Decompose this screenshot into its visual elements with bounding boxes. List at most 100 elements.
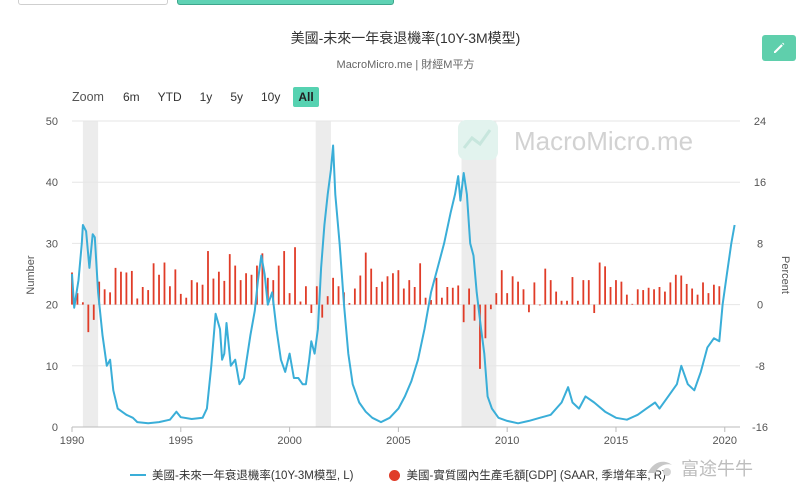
gdp-bar[interactable]: [609, 287, 612, 305]
gdp-bar[interactable]: [593, 304, 596, 314]
gdp-bar[interactable]: [620, 281, 623, 305]
gdp-bar[interactable]: [517, 281, 519, 305]
gdp-bar[interactable]: [664, 291, 666, 305]
gdp-bar[interactable]: [196, 282, 199, 305]
gdp-bar[interactable]: [114, 267, 117, 305]
gdp-bar[interactable]: [506, 293, 509, 305]
gdp-bar[interactable]: [451, 287, 454, 305]
gdp-bar[interactable]: [500, 270, 503, 305]
gdp-bar[interactable]: [294, 247, 296, 305]
gdp-bar[interactable]: [571, 277, 574, 305]
gdp-bar[interactable]: [103, 289, 106, 305]
gdp-bar[interactable]: [190, 280, 193, 305]
gdp-bar[interactable]: [163, 262, 166, 305]
gdp-bar[interactable]: [419, 263, 422, 305]
gdp-bar[interactable]: [408, 280, 411, 305]
gdp-bar[interactable]: [685, 283, 688, 305]
gdp-bar[interactable]: [87, 304, 90, 333]
gdp-bar[interactable]: [555, 291, 558, 305]
gdp-bar[interactable]: [381, 281, 383, 305]
gdp-bar[interactable]: [473, 304, 476, 321]
gdp-bar[interactable]: [446, 287, 449, 305]
gdp-bar[interactable]: [528, 304, 530, 313]
gdp-bar[interactable]: [288, 293, 291, 305]
gdp-bar[interactable]: [353, 288, 356, 305]
gdp-bar[interactable]: [375, 287, 378, 305]
gdp-bar[interactable]: [707, 293, 710, 305]
gdp-bar[interactable]: [234, 265, 237, 305]
gdp-bar[interactable]: [359, 275, 362, 305]
gdp-bar[interactable]: [712, 284, 715, 305]
gdp-bar[interactable]: [702, 282, 704, 305]
gdp-bar[interactable]: [120, 271, 122, 305]
gdp-bar[interactable]: [217, 271, 220, 305]
gdp-bar[interactable]: [642, 290, 645, 305]
gdp-bar[interactable]: [718, 286, 721, 305]
gdp-bar[interactable]: [283, 251, 286, 305]
gdp-bar[interactable]: [680, 275, 683, 305]
gdp-bar[interactable]: [631, 303, 634, 305]
gdp-bar[interactable]: [696, 294, 699, 305]
gdp-bar[interactable]: [582, 280, 585, 305]
gdp-bar[interactable]: [223, 280, 226, 305]
gdp-bar[interactable]: [207, 251, 209, 305]
gdp-bar[interactable]: [141, 287, 144, 305]
gdp-bar[interactable]: [158, 274, 160, 305]
gdp-bar[interactable]: [386, 276, 389, 305]
gdp-bar[interactable]: [441, 297, 443, 305]
gdp-bar[interactable]: [495, 293, 498, 305]
gdp-bar[interactable]: [615, 280, 617, 305]
gdp-bar[interactable]: [125, 272, 128, 305]
gdp-bar[interactable]: [130, 270, 133, 305]
gdp-bar[interactable]: [424, 297, 427, 305]
gdp-bar[interactable]: [364, 252, 367, 305]
gdp-bar[interactable]: [544, 268, 547, 305]
gdp-bar[interactable]: [549, 280, 552, 305]
gdp-bar[interactable]: [674, 274, 677, 305]
gdp-bar[interactable]: [647, 287, 650, 305]
gdp-bar[interactable]: [435, 277, 438, 305]
gdp-bar[interactable]: [402, 288, 405, 305]
gdp-bar[interactable]: [413, 287, 416, 305]
gdp-bar[interactable]: [625, 294, 628, 305]
gdp-bar[interactable]: [277, 265, 280, 305]
gdp-bar[interactable]: [658, 287, 661, 305]
gdp-bar[interactable]: [185, 297, 188, 305]
gdp-bar[interactable]: [511, 276, 514, 305]
gdp-bar[interactable]: [250, 274, 253, 305]
gdp-bar[interactable]: [522, 289, 525, 305]
gdp-bar[interactable]: [489, 304, 492, 310]
gdp-bar[interactable]: [669, 282, 672, 305]
gdp-bar[interactable]: [538, 304, 541, 306]
gdp-bar[interactable]: [245, 273, 247, 305]
gdp-bar[interactable]: [239, 280, 242, 305]
gdp-bar[interactable]: [299, 301, 302, 305]
gdp-bar[interactable]: [653, 289, 655, 305]
gdp-bar[interactable]: [533, 282, 536, 305]
gdp-bar[interactable]: [337, 286, 340, 305]
gdp-bar[interactable]: [109, 292, 111, 305]
gdp-bar[interactable]: [81, 302, 84, 305]
gdp-bar[interactable]: [636, 289, 639, 305]
gdp-bar[interactable]: [457, 285, 460, 305]
gdp-bar[interactable]: [587, 280, 590, 305]
gdp-bar[interactable]: [566, 300, 568, 305]
gdp-bar[interactable]: [212, 278, 215, 305]
gdp-bar[interactable]: [332, 277, 335, 305]
gdp-bar[interactable]: [392, 273, 394, 305]
gdp-bar[interactable]: [397, 270, 400, 305]
gdp-bar[interactable]: [228, 254, 231, 305]
gdp-bar[interactable]: [576, 300, 579, 305]
gdp-bar[interactable]: [348, 303, 351, 305]
gdp-bar[interactable]: [326, 296, 329, 305]
gdp-bar[interactable]: [370, 268, 373, 305]
gdp-bar[interactable]: [560, 300, 563, 305]
gdp-bar[interactable]: [174, 269, 177, 305]
gdp-bar[interactable]: [604, 266, 606, 305]
gdp-bar[interactable]: [691, 288, 694, 305]
gdp-bar[interactable]: [468, 288, 471, 305]
gdp-bar[interactable]: [136, 298, 139, 305]
gdp-bar[interactable]: [484, 304, 487, 339]
gdp-bar[interactable]: [315, 286, 318, 305]
gdp-bar[interactable]: [179, 293, 182, 305]
